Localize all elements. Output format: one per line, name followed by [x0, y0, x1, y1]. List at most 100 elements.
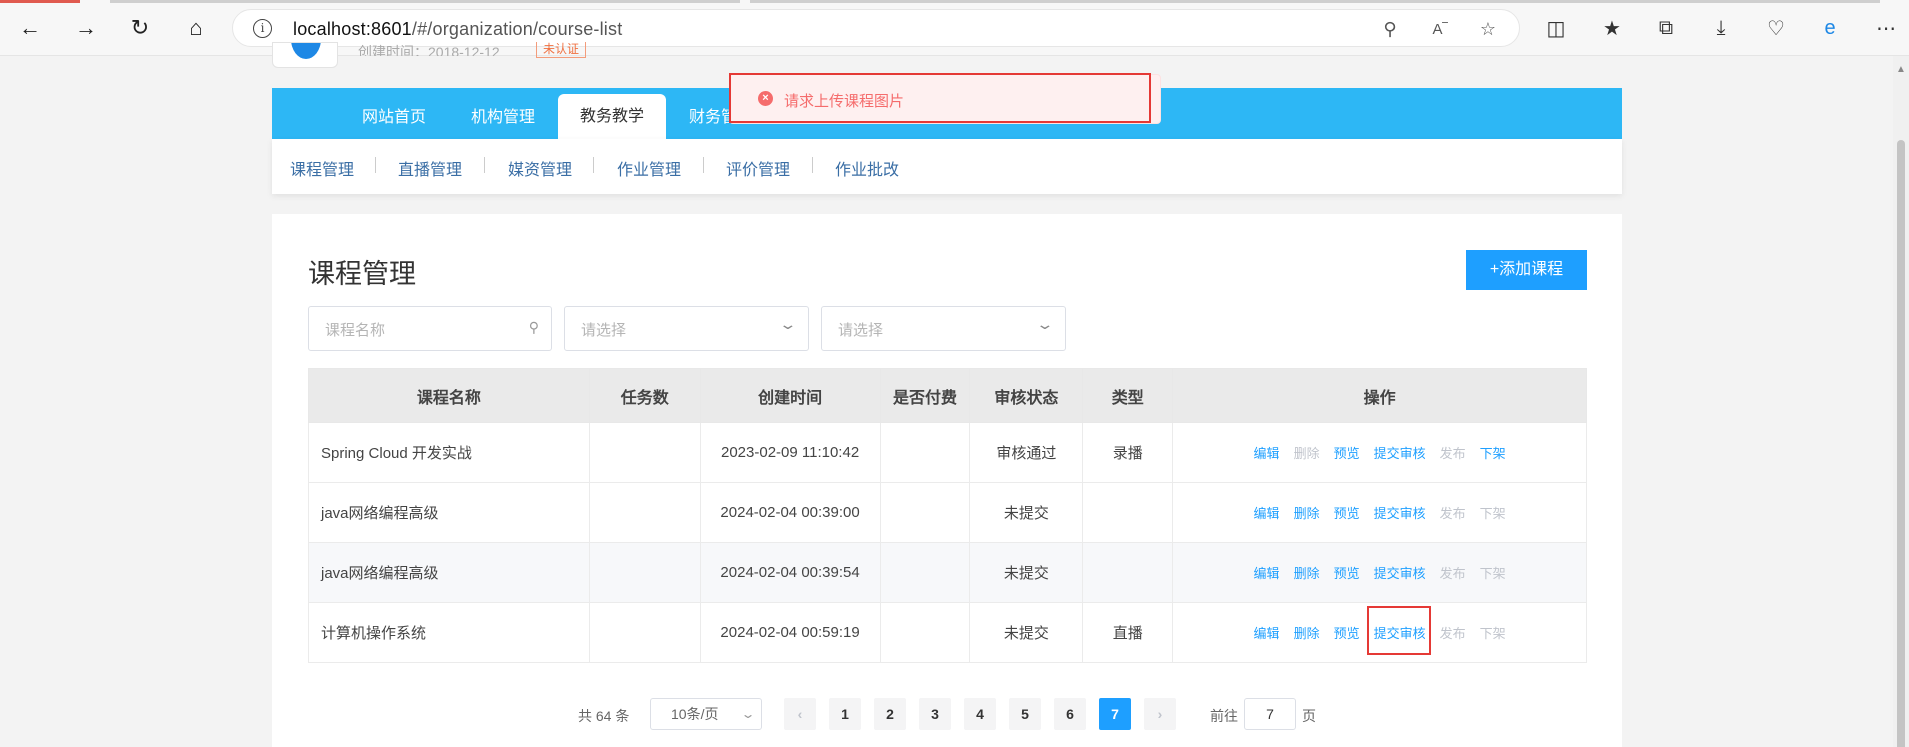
prev-page-icon[interactable]: ‹: [784, 698, 816, 730]
created-time: 2023-02-09 11:10:42: [699, 422, 881, 483]
audit-status: 未提交: [969, 542, 1084, 603]
col-header[interactable]: 是否付费: [879, 368, 971, 423]
split-screen-icon[interactable]: ◫: [1542, 14, 1570, 42]
forward-icon[interactable]: →: [70, 12, 102, 44]
page-3[interactable]: 3: [919, 698, 951, 730]
course-type: [1082, 482, 1174, 543]
audit-status: 未提交: [969, 602, 1084, 663]
row-actions: 编辑 删除 预览 提交审核 发布 下架: [1172, 482, 1587, 543]
submit-audit-link[interactable]: 提交审核: [1374, 443, 1426, 462]
edit-link[interactable]: 编辑: [1254, 503, 1280, 522]
col-header[interactable]: 任务数: [588, 368, 701, 423]
submit-audit-link[interactable]: 提交审核: [1374, 563, 1426, 582]
home-icon[interactable]: ⌂: [180, 12, 212, 44]
preview-link[interactable]: 预览: [1334, 623, 1360, 642]
publish-link[interactable]: 发布: [1440, 623, 1466, 642]
status-badge: 未认证: [536, 42, 587, 58]
back-icon[interactable]: ←: [14, 12, 46, 44]
page-scrollbar[interactable]: ▲: [1893, 56, 1909, 747]
read-aloud-icon[interactable]: A‾: [1429, 18, 1451, 40]
col-header[interactable]: 创建时间: [699, 368, 881, 423]
page-size-value: 10条/页: [671, 706, 719, 722]
add-course-button[interactable]: +添加课程: [1466, 250, 1587, 290]
table-header-row: 课程名称 任务数 创建时间 是否付费 审核状态 类型 操作: [308, 368, 1587, 423]
search-icon[interactable]: ⚲: [529, 319, 539, 336]
submit-audit-link[interactable]: 提交审核: [1374, 503, 1426, 522]
delete-link[interactable]: 删除: [1294, 563, 1320, 582]
more-menu-icon[interactable]: ⋯: [1872, 14, 1900, 42]
page-6[interactable]: 6: [1054, 698, 1086, 730]
col-header[interactable]: 审核状态: [969, 368, 1084, 423]
subnav-review[interactable]: 评价管理: [726, 156, 790, 180]
paid-flag: [879, 542, 971, 603]
nav-org[interactable]: 机构管理: [471, 88, 535, 139]
select-placeholder: 请选择: [838, 322, 884, 339]
created-time: 2024-02-04 00:59:19: [699, 602, 881, 663]
filter-select-1[interactable]: 请选择 ⌄: [564, 306, 809, 351]
offline-link[interactable]: 下架: [1480, 563, 1506, 582]
edit-link[interactable]: 编辑: [1254, 623, 1280, 642]
preview-link[interactable]: 预览: [1334, 563, 1360, 582]
url-path: /#/organization/course-list: [411, 19, 623, 39]
subnav-grading[interactable]: 作业批改: [835, 156, 899, 180]
url-text[interactable]: localhost:8601/#/organization/course-lis…: [293, 19, 622, 40]
preview-link[interactable]: 预览: [1334, 503, 1360, 522]
paid-flag: [879, 482, 971, 543]
row-actions: 编辑 删除 预览 提交审核 发布 下架: [1172, 542, 1587, 603]
course-name: java网络编程高级: [308, 482, 590, 543]
reload-icon[interactable]: ↻: [124, 12, 156, 44]
col-header[interactable]: 操作: [1172, 368, 1587, 423]
next-page-icon[interactable]: ›: [1144, 698, 1176, 730]
created-time: 2024-02-04 00:39:54: [699, 542, 881, 603]
delete-link[interactable]: 删除: [1294, 503, 1320, 522]
chevron-down-icon: ⌄: [1035, 316, 1055, 332]
publish-link[interactable]: 发布: [1440, 503, 1466, 522]
edit-link[interactable]: 编辑: [1254, 563, 1280, 582]
sub-nav: 课程管理 直播管理 媒资管理 作业管理 评价管理 作业批改: [272, 139, 1622, 194]
page-7-current[interactable]: 7: [1099, 698, 1131, 730]
select-placeholder: 请选择: [581, 322, 627, 339]
publish-link[interactable]: 发布: [1440, 563, 1466, 582]
download-icon[interactable]: ⤓: [1707, 14, 1735, 42]
preview-link[interactable]: 预览: [1334, 443, 1360, 462]
course-name-search[interactable]: 课程名称 ⚲: [308, 306, 552, 351]
favorites-icon[interactable]: ★: [1598, 14, 1626, 42]
nav-home[interactable]: 网站首页: [362, 88, 426, 139]
scroll-up-icon[interactable]: ▲: [1896, 64, 1906, 75]
goto-page-input[interactable]: 7: [1244, 698, 1296, 730]
favorite-star-icon[interactable]: ☆: [1477, 18, 1499, 40]
offline-link[interactable]: 下架: [1480, 443, 1506, 462]
browser-health-icon[interactable]: ♡: [1762, 14, 1790, 42]
delete-link[interactable]: 删除: [1294, 443, 1320, 462]
filter-select-2[interactable]: 请选择 ⌄: [821, 306, 1066, 351]
pagination: 共 64 条 10条/页 ⌄ ‹ 1 2 3 4 5 6 7 › 前往 7 页: [272, 698, 1622, 730]
page-5[interactable]: 5: [1009, 698, 1041, 730]
delete-link[interactable]: 删除: [1294, 623, 1320, 642]
col-header[interactable]: 类型: [1082, 368, 1174, 423]
subnav-media[interactable]: 媒资管理: [508, 156, 572, 180]
created-time: 2024-02-04 00:39:00: [699, 482, 881, 543]
col-header[interactable]: 课程名称: [308, 368, 590, 423]
highlight-box-toast: [729, 73, 1151, 123]
page-1[interactable]: 1: [829, 698, 861, 730]
edge-icon[interactable]: e: [1816, 14, 1844, 42]
course-type: 直播: [1082, 602, 1174, 663]
page-4[interactable]: 4: [964, 698, 996, 730]
nav-teaching[interactable]: 教务教学: [558, 94, 667, 139]
offline-link[interactable]: 下架: [1480, 503, 1506, 522]
chevron-down-icon: ⌄: [740, 707, 756, 721]
zoom-icon[interactable]: ⚲: [1379, 18, 1401, 40]
subnav-homework[interactable]: 作业管理: [617, 156, 681, 180]
edit-link[interactable]: 编辑: [1254, 443, 1280, 462]
collections-icon[interactable]: ⧉: [1652, 14, 1680, 42]
paid-flag: [879, 602, 971, 663]
offline-link[interactable]: 下架: [1480, 623, 1506, 642]
page-size-select[interactable]: 10条/页 ⌄: [650, 698, 762, 730]
page-2[interactable]: 2: [874, 698, 906, 730]
scroll-thumb[interactable]: [1897, 140, 1905, 747]
subnav-live[interactable]: 直播管理: [398, 156, 462, 180]
subnav-course[interactable]: 课程管理: [290, 156, 354, 180]
publish-link[interactable]: 发布: [1440, 443, 1466, 462]
course-panel: 课程管理 +添加课程 课程名称 ⚲ 请选择 ⌄ 请选择 ⌄ 课程名称 任务数 创…: [272, 214, 1622, 747]
site-info-icon[interactable]: i: [253, 19, 272, 38]
